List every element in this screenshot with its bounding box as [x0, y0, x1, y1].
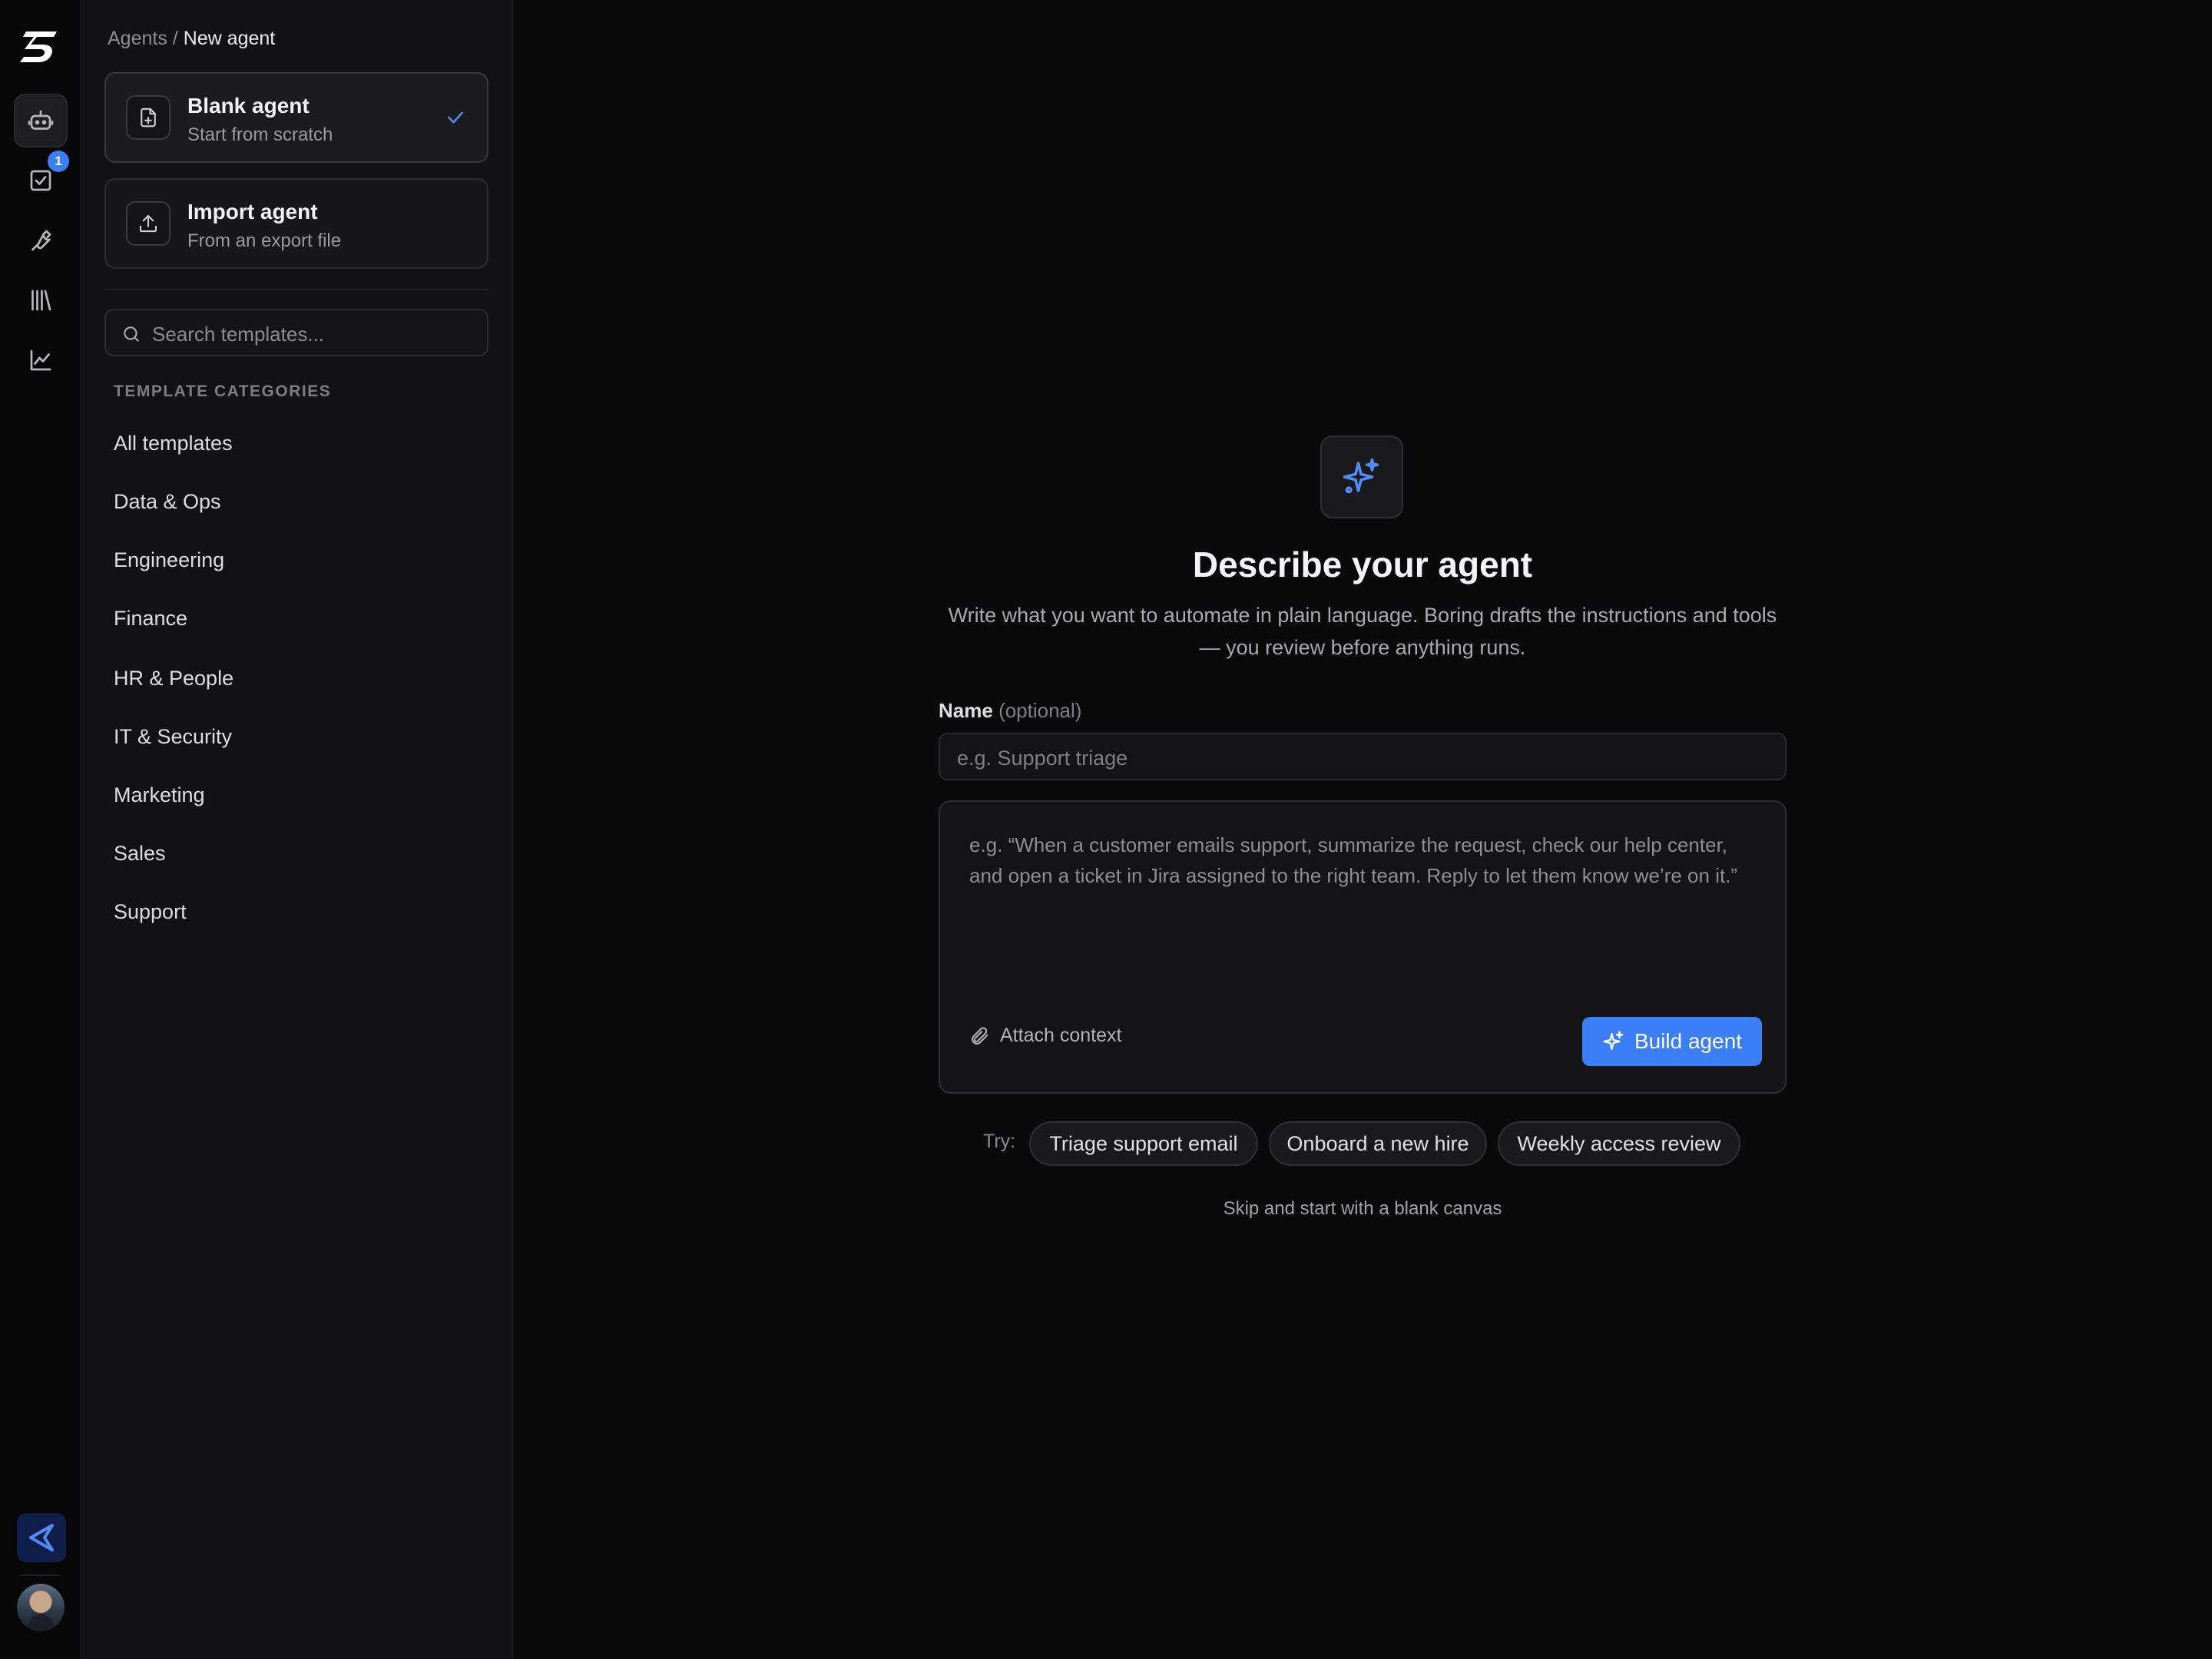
- tasks-count-badge: 1: [48, 151, 69, 172]
- bot-icon: [28, 110, 54, 130]
- category-finance[interactable]: Finance: [114, 607, 187, 631]
- sparkles-icon: [1320, 435, 1403, 518]
- option-subtitle: From an export file: [187, 230, 342, 251]
- skip-blank-canvas-link[interactable]: Skip and start with a blank canvas: [513, 1198, 2212, 1220]
- nav-tools-button[interactable]: [14, 214, 68, 267]
- category-engineering[interactable]: Engineering: [114, 548, 224, 572]
- option-title: Import agent: [187, 200, 318, 224]
- build-agent-label: Build agent: [1634, 1029, 1743, 1053]
- icon-rail: 1: [0, 0, 81, 1659]
- file-plus-icon: [126, 95, 171, 140]
- suggestion-chip[interactable]: Weekly access review: [1498, 1121, 1740, 1166]
- attach-context-label: Attach context: [1000, 1025, 1122, 1046]
- breadcrumb-parent[interactable]: Agents: [108, 28, 167, 49]
- option-subtitle: Start from scratch: [187, 124, 333, 145]
- agent-description-textarea[interactable]: e.g. “When a customer emails support, su…: [939, 800, 1786, 1094]
- b-logo-icon[interactable]: [20, 29, 60, 65]
- breadcrumb: Agents / New agent: [108, 28, 275, 50]
- workspace-brand-icon[interactable]: [17, 1513, 66, 1562]
- nav-library-button[interactable]: [14, 273, 68, 327]
- checkbox-icon: [30, 170, 51, 191]
- app-window: 1 Agents / New agent Blank agent Start f…: [0, 0, 2212, 1659]
- breadcrumb-current: New agent: [183, 28, 276, 49]
- import-agent-option[interactable]: Import agent From an export file: [104, 178, 488, 269]
- suggestion-chip[interactable]: Onboard a new hire: [1269, 1121, 1487, 1166]
- category-data-ops[interactable]: Data & Ops: [114, 490, 221, 514]
- check-icon: [448, 111, 463, 124]
- sparkles-icon: [1603, 1031, 1624, 1051]
- attach-context-button[interactable]: Attach context: [969, 1025, 1121, 1047]
- search-icon: [124, 326, 139, 342]
- line-chart-icon: [30, 349, 51, 371]
- sidebar-divider: [104, 289, 488, 290]
- breadcrumb-separator: /: [172, 28, 178, 49]
- try-label: Try:: [983, 1131, 1016, 1152]
- nav-agents-button[interactable]: [14, 94, 68, 147]
- category-all-templates[interactable]: All templates: [114, 432, 233, 455]
- name-field-label: Name (optional): [939, 699, 1081, 723]
- name-label-text: Name: [939, 699, 993, 722]
- nav-analytics-button[interactable]: [14, 333, 68, 387]
- page-title: Describe your agent: [1192, 545, 1533, 584]
- description-placeholder: e.g. “When a customer emails support, su…: [969, 833, 1738, 887]
- build-agent-button[interactable]: Build agent: [1582, 1017, 1762, 1066]
- name-placeholder: e.g. Support triage: [957, 747, 1128, 770]
- agent-name-input[interactable]: e.g. Support triage: [939, 733, 1786, 780]
- avatar[interactable]: [17, 1584, 65, 1631]
- paperclip-icon: [972, 1026, 988, 1045]
- search-placeholder: Search templates...: [152, 323, 324, 346]
- name-optional-hint: (optional): [998, 699, 1082, 722]
- category-it-security[interactable]: IT & Security: [114, 725, 232, 749]
- library-icon: [31, 290, 51, 311]
- blank-agent-option[interactable]: Blank agent Start from scratch: [104, 72, 488, 163]
- category-hr-people[interactable]: HR & People: [114, 667, 233, 690]
- template-search-input[interactable]: Search templates...: [104, 309, 488, 356]
- upload-icon: [126, 201, 171, 246]
- template-categories-heading: TEMPLATE CATEGORIES: [114, 382, 332, 400]
- sidebar: Agents / New agent Blank agent Start fro…: [81, 0, 513, 1659]
- category-sales[interactable]: Sales: [114, 842, 166, 866]
- category-marketing[interactable]: Marketing: [114, 783, 205, 807]
- rail-divider: [20, 1575, 60, 1576]
- option-title: Blank agent: [187, 94, 310, 118]
- main-panel: Describe your agent Write what you want …: [513, 0, 2212, 1659]
- suggestion-chip[interactable]: Triage support email: [1029, 1121, 1258, 1166]
- category-support[interactable]: Support: [114, 900, 187, 924]
- wrench-icon: [31, 230, 51, 251]
- page-subtitle: Write what you want to automate in plain…: [948, 604, 1777, 659]
